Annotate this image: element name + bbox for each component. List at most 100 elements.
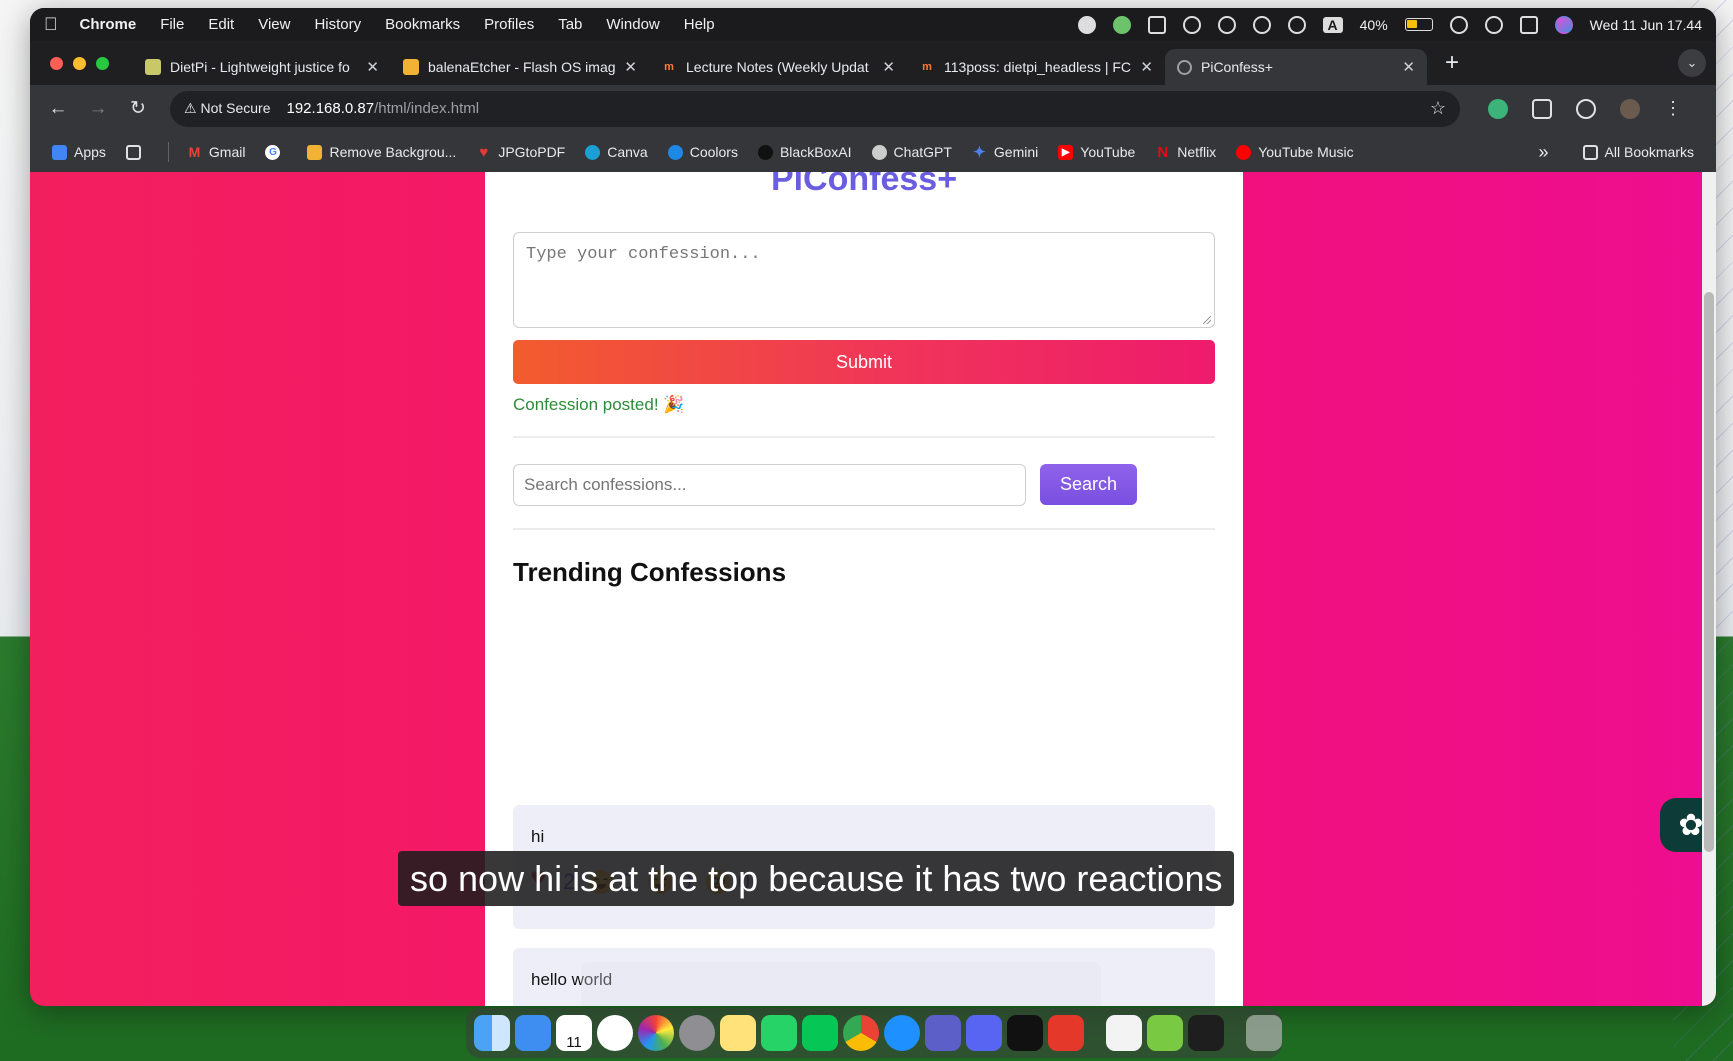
bookmark-gmail[interactable]: M Gmail [187, 144, 246, 160]
close-tab-icon[interactable]: ✕ [624, 58, 637, 76]
accessibility-icon[interactable] [1217, 15, 1236, 34]
forward-arrow-icon[interactable]: → [82, 98, 114, 120]
whatsapp-icon[interactable] [761, 1015, 797, 1051]
bookmark-jpgtopdf[interactable]: ♥ JPGtoPDF [476, 144, 565, 161]
info-icon[interactable] [1252, 15, 1271, 34]
profile-avatar[interactable] [1620, 98, 1640, 119]
discord-icon[interactable] [966, 1015, 1002, 1051]
acrobat-icon[interactable] [1048, 1015, 1084, 1051]
puzzle-extensions-icon[interactable] [1532, 98, 1552, 119]
bookmark-youtube-music[interactable]: YouTube Music [1236, 144, 1354, 160]
back-arrow-icon[interactable]: ← [42, 98, 74, 120]
record-icon[interactable] [1077, 15, 1096, 34]
bookmark-blackboxai[interactable]: BlackBoxAI [757, 144, 852, 160]
close-tab-icon[interactable]: ✕ [366, 58, 379, 76]
bookmark-youtube[interactable]: ▶ YouTube [1058, 144, 1135, 160]
mail-icon[interactable] [515, 1015, 551, 1051]
new-tab-button[interactable]: + [1445, 49, 1459, 77]
menu-edit[interactable]: Edit [208, 16, 234, 33]
menu-view[interactable]: View [258, 16, 290, 33]
photos-icon[interactable] [638, 1015, 674, 1051]
tab-dietpi[interactable]: DietPi - Lightweight justice fo ✕ [133, 49, 391, 85]
tab-dietpi-headless[interactable]: m 113poss: dietpi_headless | FC ✕ [907, 49, 1165, 85]
terminal-icon[interactable] [1188, 1015, 1224, 1051]
bookmark-star-icon[interactable]: ☆ [1430, 98, 1446, 119]
menu-history[interactable]: History [314, 16, 361, 33]
not-secure-indicator[interactable]: ⚠ Not Secure [184, 100, 271, 117]
close-window-button[interactable] [50, 56, 63, 70]
tab-balenaetcher[interactable]: balenaEtcher - Flash OS imag ✕ [391, 49, 649, 85]
sync-icon[interactable] [1576, 98, 1596, 119]
menu-file[interactable]: File [160, 16, 184, 33]
bookmark-apps[interactable]: Apps [52, 144, 106, 160]
tab-search-chevron-icon[interactable]: ⌄ [1678, 49, 1706, 77]
finder-icon[interactable] [474, 1015, 510, 1051]
line-status-icon[interactable] [1112, 15, 1131, 34]
extension-icon[interactable] [1488, 98, 1508, 119]
search-button[interactable]: Search [1040, 464, 1137, 505]
bookmark-label: YouTube Music [1258, 144, 1354, 160]
url-host: 192.168.0.87 [286, 100, 375, 117]
safari-icon[interactable] [884, 1015, 920, 1051]
calendar-icon[interactable]: 11 [556, 1015, 592, 1051]
teams-icon[interactable] [925, 1015, 961, 1051]
tab-lecture-notes[interactable]: m Lecture Notes (Weekly Updat ✕ [649, 49, 907, 85]
clock-icon[interactable] [597, 1015, 633, 1051]
reload-icon[interactable]: ↻ [122, 97, 154, 120]
scrollbar-thumb[interactable] [1704, 292, 1714, 852]
clock-datetime[interactable]: Wed 11 Jun 17.44 [1590, 17, 1702, 33]
bookmark-coolors[interactable]: Coolors [667, 144, 738, 160]
dock: 11 [466, 1008, 1282, 1058]
notes-icon[interactable] [720, 1015, 756, 1051]
confession-textarea[interactable]: Type your confession... [513, 232, 1215, 328]
capcut-icon[interactable] [1007, 1015, 1043, 1051]
app-box-icon[interactable] [1147, 1015, 1183, 1051]
wifi-icon[interactable] [1484, 15, 1503, 34]
search-input[interactable] [513, 464, 1026, 506]
trash-icon[interactable] [1246, 1015, 1282, 1051]
bookmark-remove-background[interactable]: Remove Backgrou... [307, 144, 456, 160]
bookmark-chatgpt[interactable]: ChatGPT [871, 144, 952, 160]
battery-icon[interactable] [1404, 18, 1433, 31]
tab-piconfess[interactable]: PiConfess+ ✕ [1165, 49, 1427, 85]
dietpi-favicon-icon [145, 59, 161, 75]
all-bookmarks-folder[interactable]: All Bookmarks [1582, 144, 1694, 160]
textedit-icon[interactable] [1106, 1015, 1142, 1051]
spotlight-search-icon[interactable] [1449, 15, 1468, 34]
menu-bar:  Chrome File Edit View History Bookmark… [30, 8, 1716, 41]
control-center-icon[interactable] [1519, 15, 1538, 34]
play-icon[interactable] [1182, 15, 1201, 34]
page-scrollbar[interactable] [1702, 172, 1716, 1006]
screen-share-icon[interactable] [1147, 15, 1166, 34]
siri-icon[interactable] [1554, 15, 1573, 34]
input-source-icon[interactable]: A [1322, 16, 1343, 33]
system-settings-icon[interactable] [679, 1015, 715, 1051]
menu-app-name[interactable]: Chrome [80, 16, 137, 33]
bookmark-gemini[interactable]: ✦ Gemini [972, 144, 1038, 161]
close-tab-icon[interactable]: ✕ [882, 58, 895, 76]
menu-window[interactable]: Window [606, 16, 659, 33]
address-bar[interactable]: ⚠ Not Secure 192.168.0.87/html/index.htm… [170, 90, 1460, 127]
bookmark-tab-groups[interactable] [125, 144, 148, 160]
minimize-window-button[interactable] [73, 56, 86, 70]
apple-icon[interactable]:  [44, 14, 58, 35]
resize-grip-icon[interactable] [1203, 316, 1211, 324]
chrome-icon[interactable] [843, 1015, 879, 1051]
bluetooth-icon[interactable] [1287, 15, 1306, 34]
line-icon[interactable] [802, 1015, 838, 1051]
bookmark-netflix[interactable]: N Netflix [1155, 144, 1216, 161]
close-tab-icon[interactable]: ✕ [1402, 58, 1415, 76]
submit-button[interactable]: Submit [513, 340, 1215, 384]
bookmarks-overflow-chevron-icon[interactable]: » [1539, 142, 1549, 163]
menu-help[interactable]: Help [684, 16, 715, 33]
menu-profiles[interactable]: Profiles [484, 16, 534, 33]
bookmark-google[interactable]: G [265, 144, 287, 160]
menu-bookmarks[interactable]: Bookmarks [385, 16, 460, 33]
chrome-menu-icon[interactable]: ⋮ [1664, 98, 1682, 119]
moodle-favicon-icon: m [664, 61, 674, 73]
close-tab-icon[interactable]: ✕ [1140, 58, 1153, 76]
url-path: /html/index.html [374, 100, 480, 117]
menu-tab[interactable]: Tab [558, 16, 582, 33]
zoom-window-button[interactable] [96, 56, 109, 70]
bookmark-canva[interactable]: Canva [585, 144, 648, 160]
